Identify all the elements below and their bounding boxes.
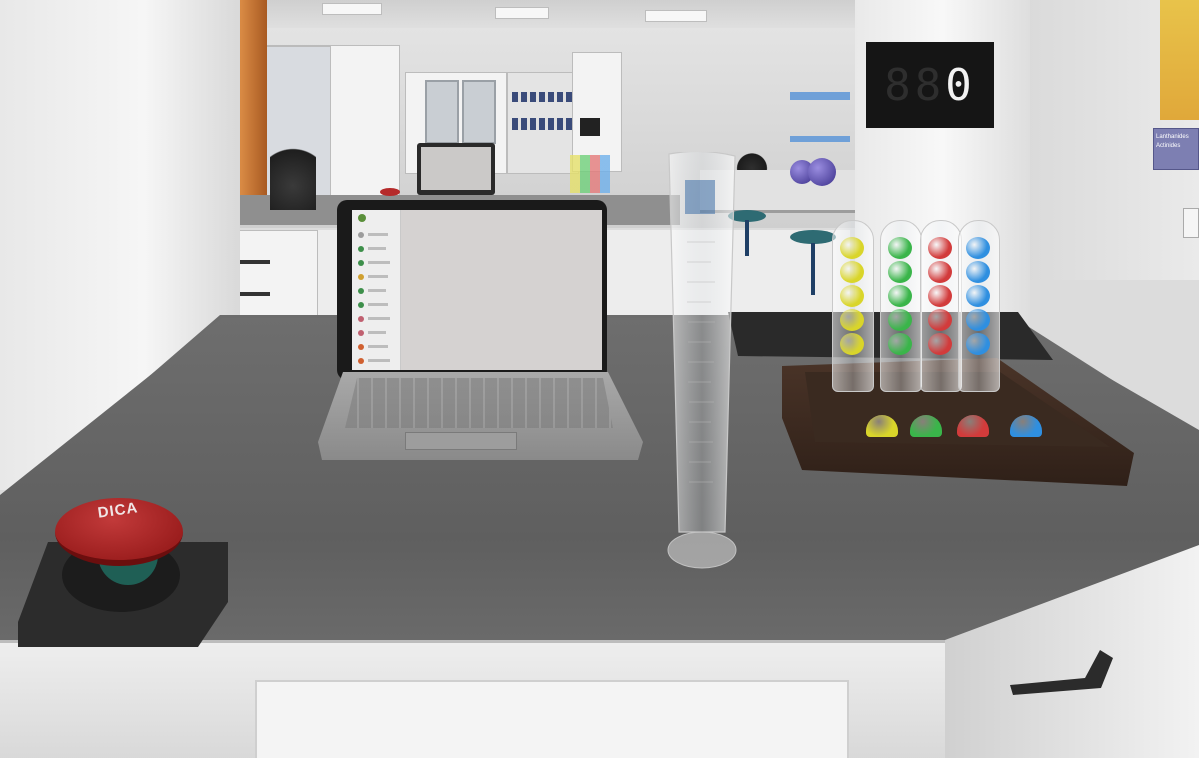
cabinet-handle[interactable] — [1005, 640, 1115, 695]
stool-leg — [745, 220, 749, 256]
list-icon — [358, 274, 364, 280]
laptop-sidebar[interactable] — [352, 210, 401, 370]
list-item[interactable] — [368, 261, 390, 264]
lab-scene: 88 0 Lanthanides Actinides DICA — [0, 0, 1199, 758]
blue-ball[interactable] — [966, 261, 990, 283]
list-item[interactable] — [368, 247, 386, 250]
blue-shelf — [790, 136, 850, 142]
tall-cabinet — [330, 45, 400, 202]
list-item[interactable] — [368, 233, 388, 236]
counter-unlit-digits: 88 — [884, 59, 946, 111]
red-ball[interactable] — [928, 309, 952, 331]
list-icon — [358, 330, 364, 336]
blue-ball[interactable] — [966, 309, 990, 331]
green-ball[interactable] — [888, 333, 912, 355]
list-icon — [358, 232, 364, 238]
ceiling-light — [322, 3, 382, 15]
yellow-ball[interactable] — [840, 285, 864, 307]
binder-row — [512, 92, 572, 102]
blue-ball[interactable] — [966, 285, 990, 307]
green-ball[interactable] — [888, 285, 912, 307]
model-sphere — [808, 158, 836, 186]
ceiling-light — [495, 7, 549, 19]
list-icon — [358, 344, 364, 350]
counter-value: 0 — [945, 59, 976, 111]
green-ball[interactable] — [888, 237, 912, 259]
background-button — [380, 188, 400, 196]
blue-ball[interactable] — [966, 333, 990, 355]
yellow-ball[interactable] — [840, 309, 864, 331]
red-ball[interactable] — [928, 333, 952, 355]
wall-outlet — [1183, 208, 1199, 238]
yellow-ball[interactable] — [840, 237, 864, 259]
blue-shelf — [790, 92, 850, 100]
periodic-table-poster — [1160, 0, 1199, 120]
list-item[interactable] — [368, 331, 386, 334]
list-item[interactable] — [368, 275, 388, 278]
red-ball[interactable] — [928, 285, 952, 307]
list-icon — [358, 246, 364, 252]
list-item[interactable] — [368, 317, 390, 320]
yellow-ball[interactable] — [840, 333, 864, 355]
avatar — [358, 214, 366, 222]
lab-stool — [790, 230, 836, 244]
laptop-keyboard[interactable] — [345, 378, 613, 428]
graduated-cylinder[interactable] — [667, 152, 737, 572]
cabinet-door — [255, 680, 849, 758]
blue-ball[interactable] — [966, 237, 990, 259]
laptop-trackpad[interactable] — [405, 432, 517, 450]
wall-panel — [580, 118, 600, 136]
green-ball[interactable] — [888, 261, 912, 283]
list-item[interactable] — [368, 359, 390, 362]
green-ball[interactable] — [888, 309, 912, 331]
list-icon — [358, 358, 364, 364]
list-icon — [358, 302, 364, 308]
list-icon — [358, 260, 364, 266]
legend-line: Lanthanides — [1156, 134, 1189, 140]
periodic-table-legend: Lanthanides Actinides — [1153, 128, 1199, 170]
list-icon — [358, 316, 364, 322]
list-item[interactable] — [368, 303, 388, 306]
red-ball[interactable] — [928, 261, 952, 283]
tall-cabinet — [572, 52, 622, 172]
microscope — [270, 130, 316, 210]
cylinder-label-icon — [685, 180, 715, 214]
list-item[interactable] — [368, 289, 386, 292]
background-laptop-screen — [421, 147, 491, 190]
red-ball[interactable] — [928, 237, 952, 259]
cabinet-glass-door — [462, 80, 496, 144]
tube-rack-background — [570, 155, 610, 193]
score-counter: 88 0 — [866, 42, 994, 128]
yellow-ball[interactable] — [840, 261, 864, 283]
legend-line: Actinides — [1156, 143, 1181, 149]
list-icon — [358, 288, 364, 294]
stool-leg — [811, 243, 815, 295]
binder-row — [512, 118, 572, 130]
ceiling-light — [645, 10, 707, 22]
cabinet-glass-door — [425, 80, 459, 144]
list-item[interactable] — [368, 345, 388, 348]
